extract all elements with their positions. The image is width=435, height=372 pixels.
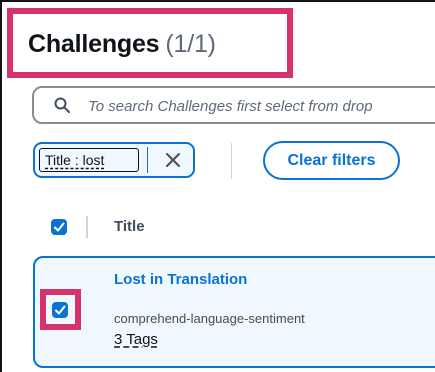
close-icon[interactable]: [163, 150, 183, 170]
page-title-count: (1/1): [165, 30, 216, 58]
search-placeholder: To search Challenges first select from d…: [88, 98, 373, 115]
toolbar-divider: [231, 143, 232, 179]
checkbox-checked-icon: [54, 222, 65, 232]
search-input[interactable]: To search Challenges first select from d…: [32, 86, 435, 124]
checkbox-checked-icon: [55, 305, 66, 315]
filter-token-separator: [147, 147, 148, 173]
filter-token-label: Title : lost: [45, 152, 105, 168]
frame-border-left: [0, 0, 2, 372]
clear-filters-button[interactable]: Clear filters: [263, 141, 400, 180]
frame-border-top: [0, 0, 435, 2]
filter-token[interactable]: Title : lost: [33, 142, 195, 178]
page-title: Challenges (1/1): [28, 30, 216, 59]
challenge-subtitle: comprehend-language-sentiment: [114, 311, 305, 326]
challenge-title-link[interactable]: Lost in Translation: [114, 271, 247, 288]
select-all-checkbox[interactable]: [51, 219, 67, 235]
page-title-text: Challenges: [28, 30, 160, 58]
challenge-tags[interactable]: 3 Tags: [114, 331, 158, 348]
row-checkbox[interactable]: [52, 302, 68, 318]
column-header-title[interactable]: Title: [114, 218, 145, 235]
column-separator: [86, 216, 88, 238]
search-icon: [54, 97, 70, 113]
